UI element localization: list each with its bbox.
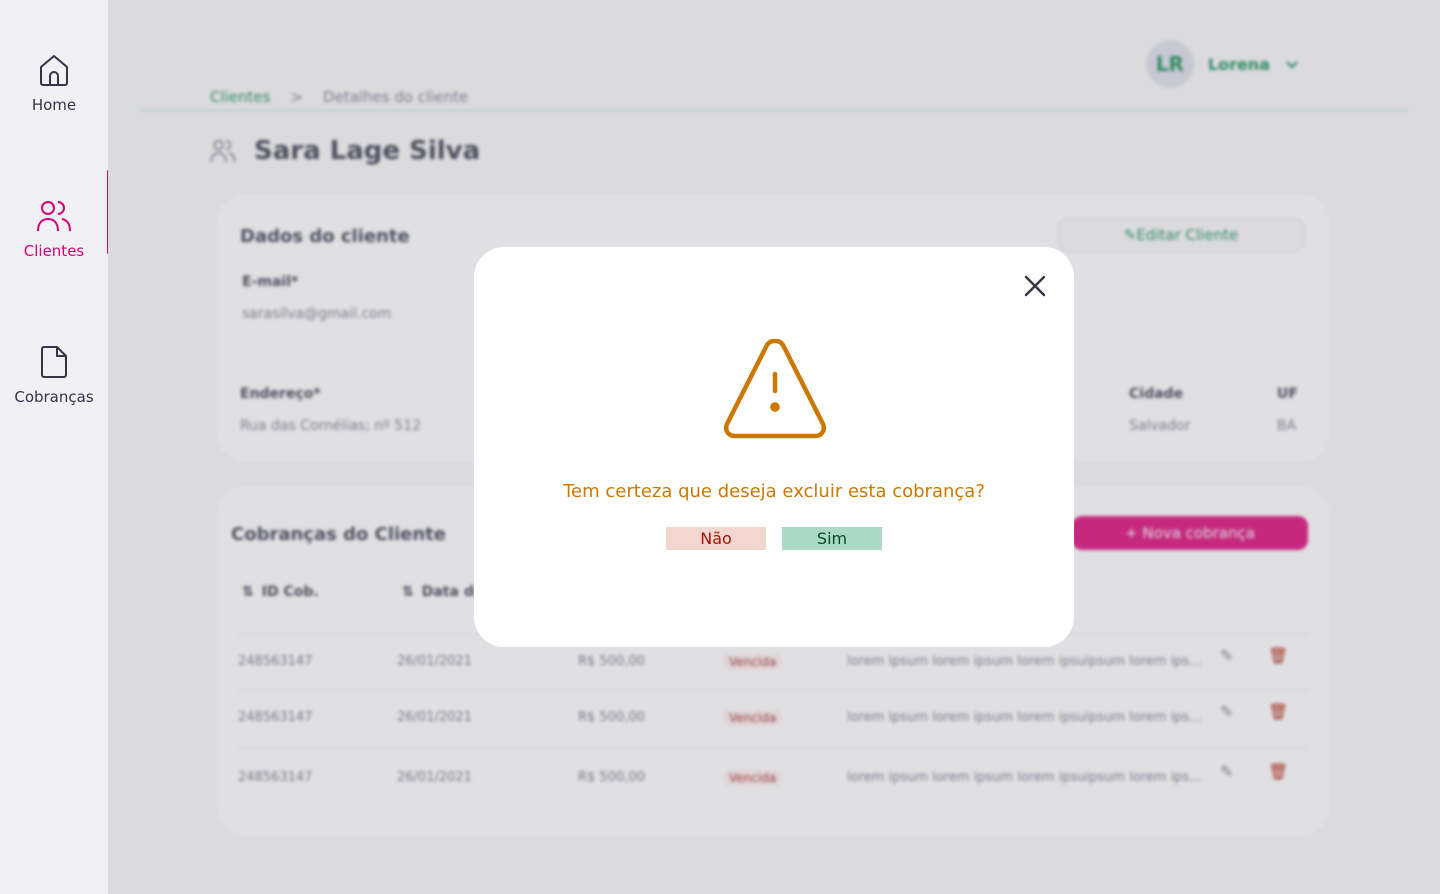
users-icon (37, 201, 71, 232)
sidebar-item-label: Cobranças (14, 388, 94, 406)
sidebar-item-label: Home (31, 96, 77, 114)
no-button[interactable]: Não (666, 527, 766, 550)
confirm-delete-modal: Tem certeza que deseja excluir esta cobr… (474, 247, 1074, 647)
home-icon (40, 55, 68, 86)
close-icon[interactable] (1022, 273, 1048, 299)
warning-icon (723, 339, 827, 439)
yes-button[interactable]: Sim (782, 527, 882, 550)
sidebar: Home Clientes Cobranças (0, 0, 110, 894)
sidebar-item-clientes[interactable]: Clientes (0, 170, 110, 260)
sidebar-item-home[interactable]: Home (0, 52, 108, 114)
sidebar-item-cobrancas[interactable]: Cobranças (0, 344, 108, 406)
sidebar-item-label: Clientes (23, 242, 85, 260)
modal-question: Tem certeza que deseja excluir esta cobr… (563, 481, 985, 502)
file-icon (41, 346, 67, 378)
